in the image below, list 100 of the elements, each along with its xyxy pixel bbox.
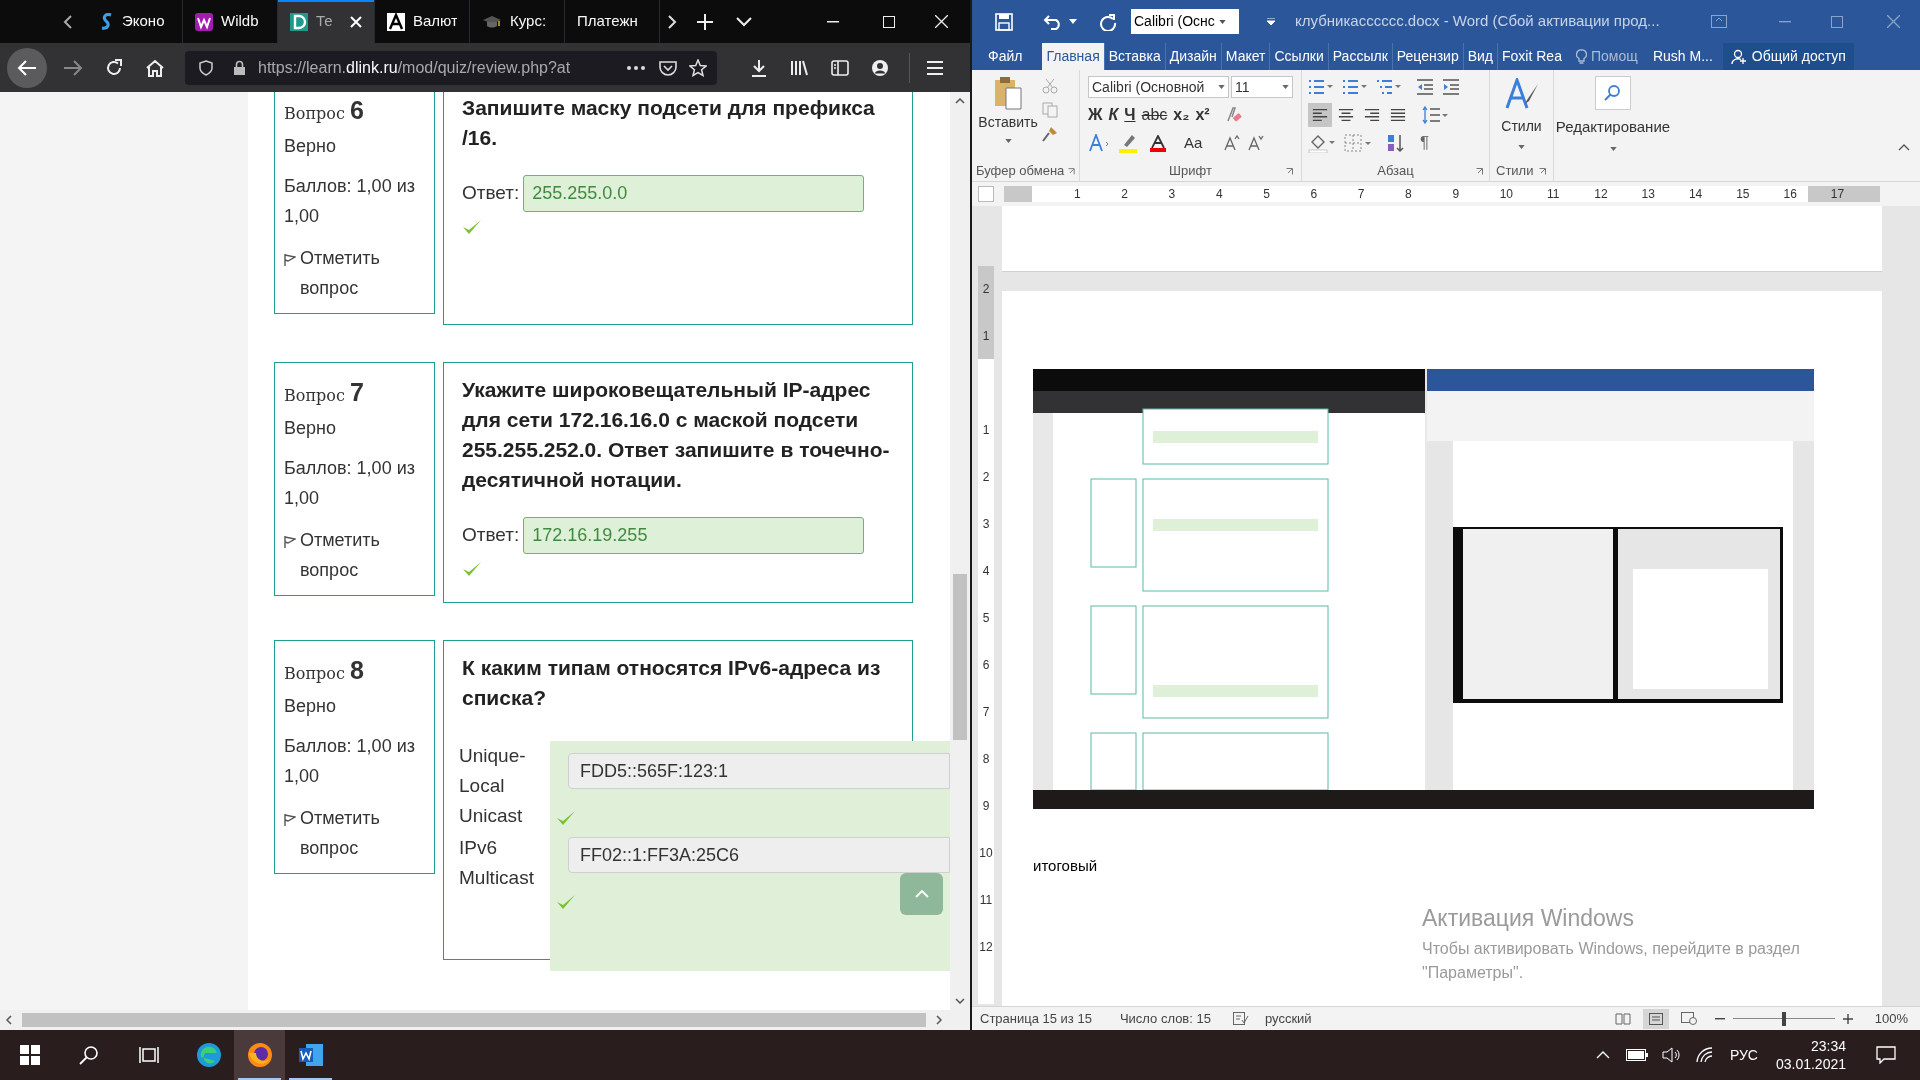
flag-question-link[interactable]: Отметить вопрос (300, 525, 425, 585)
vertical-scrollbar[interactable] (950, 92, 970, 1010)
address-bar[interactable]: https://learn.dlink.ru/mod/quiz/review.php?at (185, 50, 717, 85)
lightbulb-icon[interactable] (1575, 48, 1587, 65)
scroll-down-icon[interactable] (955, 998, 965, 1004)
font-select[interactable]: Calibri (Оснс (1131, 9, 1239, 34)
more-icon[interactable] (627, 65, 645, 70)
close-tab-icon[interactable] (350, 15, 362, 28)
input-language[interactable]: РУС (1729, 1044, 1758, 1066)
grow-font-icon[interactable] (1224, 135, 1241, 151)
scroll-up-icon[interactable] (955, 98, 965, 104)
ribbon-tab[interactable]: Главная (1042, 43, 1104, 70)
font-size-select[interactable]: 11 (1231, 76, 1293, 98)
editing-button[interactable]: Редактирование (1554, 70, 1672, 181)
shading-icon[interactable] (1308, 133, 1336, 153)
undo-icon[interactable] (1043, 13, 1063, 30)
tell-me-field[interactable]: Помощ (1590, 46, 1641, 67)
language-indicator[interactable]: русский (1264, 1008, 1312, 1029)
italic-button[interactable]: К (1108, 103, 1119, 127)
scroll-left-icon[interactable] (6, 1015, 12, 1025)
line-spacing-icon[interactable] (1422, 106, 1448, 124)
ribbon-display-icon[interactable] (1711, 15, 1727, 28)
menu-icon[interactable] (926, 60, 944, 75)
ribbon-tab[interactable]: Файл (972, 43, 1039, 70)
save-icon[interactable] (995, 12, 1013, 31)
font-name-select[interactable]: Calibri (Основной (1088, 76, 1229, 98)
tab-scroll-left-icon[interactable] (62, 13, 74, 30)
zoom-in-icon[interactable] (1842, 1013, 1853, 1024)
search-icon[interactable] (79, 1045, 99, 1065)
notifications-icon[interactable] (1876, 1046, 1896, 1064)
zoom-out-icon[interactable] (1714, 1017, 1725, 1020)
superscript-button[interactable]: x² (1195, 103, 1210, 127)
pocket-icon[interactable] (659, 59, 677, 76)
reload-icon[interactable] (105, 58, 123, 77)
page-count[interactable]: Страница 15 из 15 (980, 1008, 1092, 1029)
redo-icon[interactable] (1099, 12, 1117, 31)
browser-tab[interactable]: Те (278, 0, 375, 43)
dialog-launcher-icon[interactable] (1476, 167, 1483, 175)
proofing-icon[interactable] (1232, 1012, 1249, 1025)
match-select[interactable]: FF02::1:FF3A:25C6 (568, 837, 950, 873)
zoom-slider[interactable] (1732, 1011, 1835, 1026)
strikethrough-button[interactable]: abc (1141, 103, 1168, 127)
subscript-button[interactable]: x₂ (1173, 103, 1190, 127)
flag-icon[interactable] (284, 253, 296, 267)
decrease-indent-icon[interactable] (1416, 79, 1434, 95)
styles-button[interactable]: Стили (1490, 70, 1553, 161)
increase-indent-icon[interactable] (1442, 79, 1460, 95)
print-layout-button[interactable] (1642, 1008, 1669, 1029)
collapse-ribbon-icon[interactable] (1898, 144, 1910, 151)
multilevel-list-icon[interactable] (1376, 79, 1402, 95)
back-button[interactable] (7, 47, 47, 88)
start-icon[interactable] (20, 1045, 40, 1065)
vertical-ruler[interactable]: 2 1 1 2 3 4 5 6 7 8 9 10 11 12 (978, 266, 994, 1004)
bullets-icon[interactable] (1308, 79, 1334, 95)
tray-chevron-icon[interactable] (1595, 1051, 1610, 1059)
tab-list-icon[interactable] (736, 16, 752, 27)
font-color-button[interactable] (1150, 134, 1166, 152)
minimize-icon[interactable] (827, 20, 839, 23)
read-mode-icon[interactable] (1614, 1012, 1631, 1025)
customize-toolbar-icon[interactable] (1267, 18, 1275, 25)
match-select[interactable]: FDD5::565F:123:1 (568, 753, 950, 789)
slider-thumb[interactable] (1781, 1011, 1786, 1026)
show-formatting-button[interactable]: ¶ (1420, 130, 1430, 156)
horizontal-scrollbar[interactable] (0, 1010, 970, 1030)
taskbar-app-button[interactable] (234, 1030, 285, 1080)
dialog-launcher-icon[interactable] (1068, 167, 1075, 175)
battery-icon[interactable] (1625, 1049, 1648, 1061)
sidebar-icon[interactable] (831, 59, 849, 76)
tab-scroll-right-icon[interactable] (666, 13, 678, 30)
account-icon[interactable] (871, 58, 889, 77)
numbering-icon[interactable] (1342, 79, 1368, 95)
horizontal-ruler[interactable]: 1 2 3 4 5 6 7 8 9 10 11 12 13 14 15 16 17 (1004, 186, 1880, 202)
flag-question-link[interactable]: Отметить вопрос (300, 803, 425, 863)
clock[interactable]: 23:34 03.01.2021 (1775, 1037, 1846, 1073)
flag-icon[interactable] (284, 535, 296, 549)
share-button[interactable]: Общий доступ (1722, 43, 1854, 70)
scroll-right-icon[interactable] (936, 1015, 942, 1025)
underline-button[interactable]: Ч (1124, 103, 1136, 127)
shield-icon[interactable] (199, 59, 213, 76)
bold-button[interactable]: Ж (1088, 103, 1103, 127)
flag-icon[interactable] (284, 813, 296, 827)
paste-button[interactable]: Вставить (980, 76, 1036, 161)
dialog-launcher-icon[interactable] (1286, 167, 1293, 175)
star-icon[interactable] (689, 58, 707, 77)
shrink-font-icon[interactable] (1248, 135, 1265, 151)
text-effects-icon[interactable] (1088, 134, 1110, 152)
sort-icon[interactable] (1386, 133, 1406, 153)
word-count[interactable]: Число слов: 15 (1119, 1008, 1211, 1029)
align-left-button[interactable] (1308, 103, 1332, 127)
dialog-launcher-icon[interactable] (1539, 167, 1547, 175)
web-layout-icon[interactable] (1680, 1012, 1697, 1025)
network-icon[interactable] (1695, 1047, 1714, 1063)
home-icon[interactable] (145, 58, 165, 77)
scrollbar-thumb[interactable] (953, 574, 967, 740)
change-case-button[interactable]: Aa (1184, 131, 1203, 155)
flag-question-link[interactable]: Отметить вопрос (300, 243, 425, 303)
volume-icon[interactable] (1661, 1047, 1680, 1063)
url-text[interactable]: https://learn.dlink.ru/mod/quiz/review.php?at (258, 55, 571, 80)
format-painter-icon[interactable] (1042, 126, 1058, 142)
download-icon[interactable] (750, 58, 768, 77)
